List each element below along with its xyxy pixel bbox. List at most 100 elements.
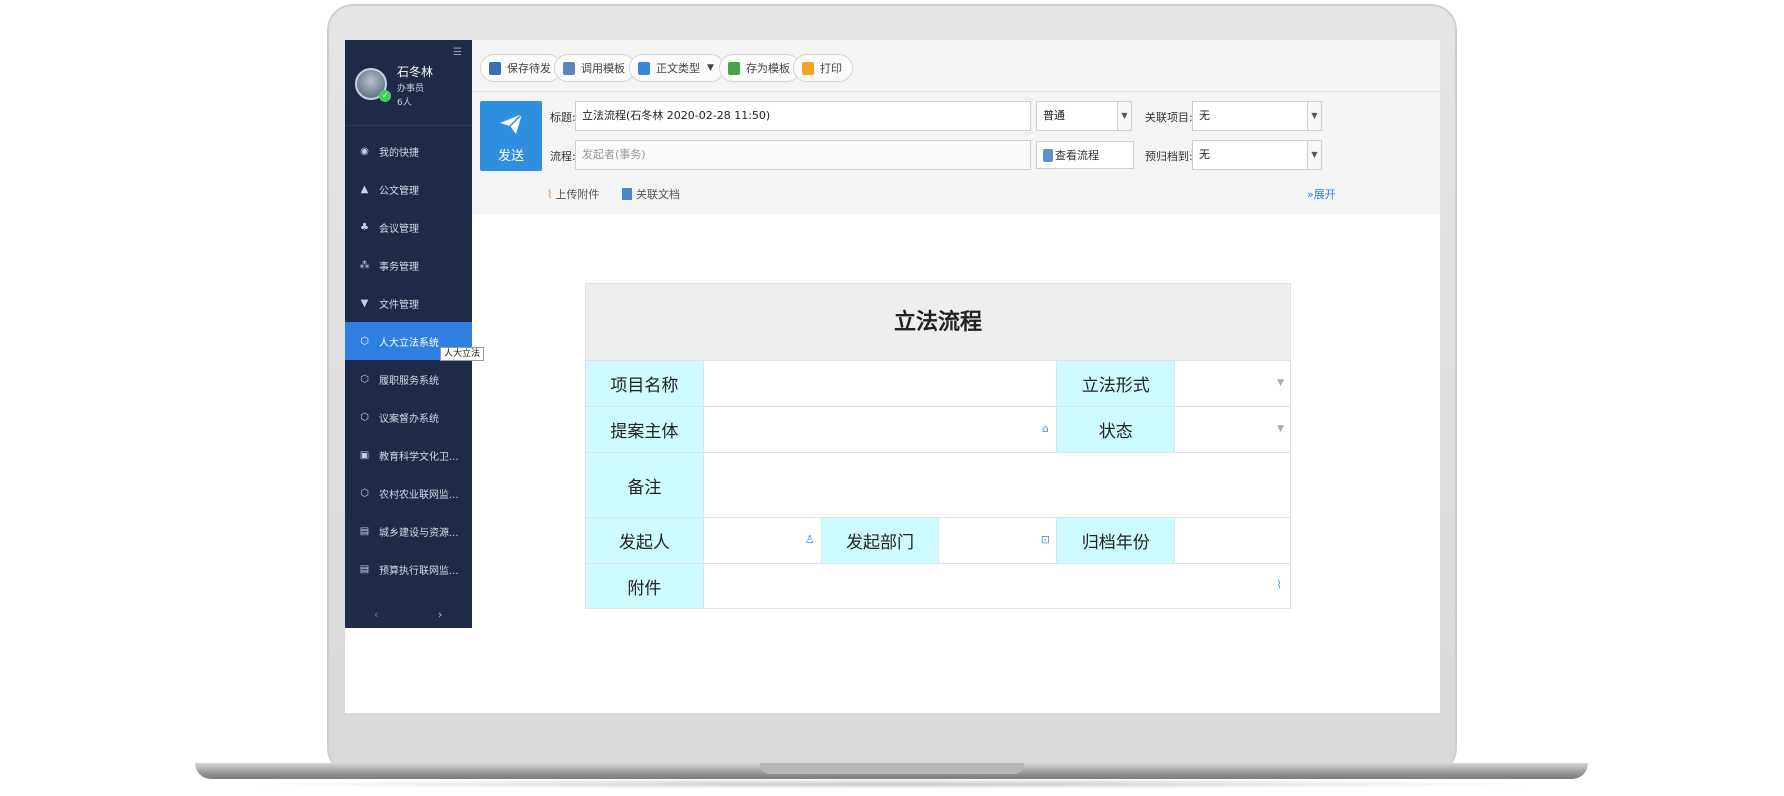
status-select[interactable]: ▼	[1175, 407, 1291, 453]
save-template-button[interactable]: 存为模板	[719, 54, 801, 82]
sidebar-item-label: 事务管理	[379, 261, 419, 273]
related-project-label: 关联项目:	[1145, 111, 1193, 124]
sidebar: ✓ 石冬林 办事员 6人 ☰ ◉ 我的快捷 ▲ 公文管理 ♣ 会议管理 ⁂ 事务管理 ▼…	[345, 40, 472, 628]
print-button[interactable]: 打印	[793, 54, 853, 82]
button-label: 保存待发	[507, 62, 551, 75]
upload-attachment-link[interactable]: ⌇ 上传附件	[547, 186, 599, 202]
organization-icon[interactable]: ⌂	[1038, 422, 1052, 436]
related-project-select[interactable]: 无 ▼	[1192, 101, 1322, 131]
related-project-value: 无	[1199, 109, 1210, 122]
send-button[interactable]: 发送	[480, 101, 542, 171]
sidebar-pager: ‹ ›	[345, 608, 472, 626]
user-name: 石冬林	[397, 65, 434, 79]
screen: ✓ 石冬林 办事员 6人 ☰ ◉ 我的快捷 ▲ 公文管理 ♣ 会议管理 ⁂ 事务管理 ▼…	[345, 40, 1440, 713]
template-icon	[563, 61, 575, 75]
paperclip-icon: ⌇	[547, 187, 553, 201]
archive-select[interactable]: 无 ▼	[1192, 140, 1322, 170]
button-label: 打印	[820, 62, 842, 75]
sidebar-item-duty-service[interactable]: ⬡ 履职服务系统	[345, 360, 472, 398]
meeting-icon: ♣	[360, 221, 369, 233]
priority-value: 普通	[1043, 109, 1065, 122]
graduation-cap-icon: ▼	[360, 297, 369, 309]
sidebar-item-label: 人大立法系统	[379, 337, 439, 349]
cube-icon: ⬡	[360, 411, 369, 423]
laptop-mockup: ✓ 石冬林 办事员 6人 ☰ ◉ 我的快捷 ▲ 公文管理 ♣ 会议管理 ⁂ 事务管理 ▼…	[0, 0, 1784, 796]
form-row: 备注	[585, 453, 1291, 518]
paperclip-icon[interactable]: ⌇	[1272, 578, 1286, 592]
affairs-icon: ⁂	[359, 259, 370, 271]
button-label: 正文类型	[656, 62, 700, 75]
laptop-notch	[760, 763, 1024, 774]
sidebar-item-label: 会议管理	[379, 223, 419, 235]
project-name-field[interactable]	[703, 361, 1058, 407]
archive-label: 预归档到:	[1145, 150, 1193, 163]
button-label: 调用模板	[581, 62, 625, 75]
sidebar-item-label: 议案督办系统	[379, 413, 439, 425]
person-icon[interactable]: ♙	[803, 533, 817, 547]
cube-icon: ⬡	[360, 487, 369, 499]
flow-input[interactable]: 发起者(事务)	[575, 140, 1031, 170]
title-input[interactable]: 立法流程(石冬林 2020-02-28 11:50)	[575, 101, 1031, 131]
doc-type-dropdown[interactable]: 正文类型 ▼	[629, 54, 725, 82]
pager-next-button[interactable]: ›	[438, 608, 442, 621]
double-chevron-down-icon: »	[1307, 188, 1314, 201]
sidebar-item-agriculture[interactable]: ⬡ 农村农业联网监...	[345, 474, 472, 512]
chevron-down-icon: ▼	[1117, 102, 1131, 130]
save-icon	[489, 61, 501, 75]
menu-collapse-icon[interactable]: ☰	[453, 48, 465, 58]
sidebar-item-affairs[interactable]: ⁂ 事务管理	[345, 246, 472, 284]
user-icon: ▲	[360, 183, 369, 195]
chevron-down-icon: ▼	[1307, 102, 1321, 130]
expand-toggle[interactable]: »展开	[1307, 186, 1336, 202]
priority-select[interactable]: 普通 ▼	[1036, 101, 1132, 131]
title-label: 标题:	[550, 111, 576, 124]
document-icon: ▤	[359, 563, 370, 575]
expand-label: 展开	[1313, 188, 1336, 201]
cube-icon: ⬡	[360, 335, 369, 347]
flow-label: 流程:	[550, 150, 576, 163]
initiator-field[interactable]: ♙	[703, 518, 822, 564]
pager-prev-button[interactable]: ‹	[374, 608, 378, 621]
legislation-form-label: 立法形式	[1057, 361, 1176, 407]
sidebar-item-budget[interactable]: ▤ 预算执行联网监...	[345, 550, 472, 588]
sidebar-item-education[interactable]: ▣ 教育科学文化卫...	[345, 436, 472, 474]
archive-value: 无	[1199, 148, 1210, 161]
proposer-field[interactable]: ⌂	[703, 407, 1058, 453]
sidebar-item-documents[interactable]: ▲ 公文管理	[345, 170, 472, 208]
initiating-dept-field[interactable]: ⊡	[939, 518, 1058, 564]
sidebar-tooltip: 人大立法	[440, 347, 485, 361]
save-draft-button[interactable]: 保存待发	[480, 54, 562, 82]
initiating-dept-label: 发起部门	[821, 518, 940, 564]
sidebar-item-files[interactable]: ▼ 文件管理	[345, 284, 472, 322]
form-title: 立法流程	[585, 283, 1291, 361]
sidebar-item-label: 农村农业联网监...	[379, 489, 459, 501]
dropdown-arrow-icon: ▼	[1277, 377, 1284, 388]
online-check-icon: ✓	[379, 90, 391, 102]
sidebar-item-shortcut[interactable]: ◉ 我的快捷	[345, 132, 472, 170]
link-label: 关联文档	[636, 188, 680, 201]
sidebar-item-urban-rural[interactable]: ▤ 城乡建设与资源...	[345, 512, 472, 550]
cube-icon: ⬡	[360, 373, 369, 385]
sidebar-item-label: 我的快捷	[379, 147, 419, 159]
sidebar-item-label: 预算执行联网监...	[379, 565, 459, 577]
remarks-label: 备注	[586, 453, 704, 518]
legislation-form-select[interactable]: ▼	[1175, 361, 1291, 407]
related-doc-icon	[622, 188, 632, 200]
dropdown-arrow-icon: ▼	[1277, 423, 1284, 434]
form-row: 发起人 ♙ 发起部门 ⊡ 归档年份	[585, 518, 1291, 564]
remarks-field[interactable]	[703, 453, 1291, 518]
attachment-field[interactable]: ⌇	[703, 564, 1291, 609]
flow-icon	[1043, 149, 1053, 162]
related-doc-link[interactable]: 关联文档	[622, 186, 680, 202]
department-icon[interactable]: ⊡	[1038, 533, 1052, 547]
archive-year-field[interactable]	[1175, 518, 1291, 564]
proposer-label: 提案主体	[586, 407, 704, 453]
view-flow-button[interactable]: 查看流程	[1036, 141, 1134, 169]
sidebar-item-label: 履职服务系统	[379, 375, 439, 387]
status-label: 状态	[1057, 407, 1176, 453]
sidebar-item-motion-supervision[interactable]: ⬡ 议案督办系统	[345, 398, 472, 436]
use-template-button[interactable]: 调用模板	[554, 54, 636, 82]
sidebar-item-meetings[interactable]: ♣ 会议管理	[345, 208, 472, 246]
send-label: 发送	[497, 149, 524, 164]
document-icon	[638, 61, 650, 75]
